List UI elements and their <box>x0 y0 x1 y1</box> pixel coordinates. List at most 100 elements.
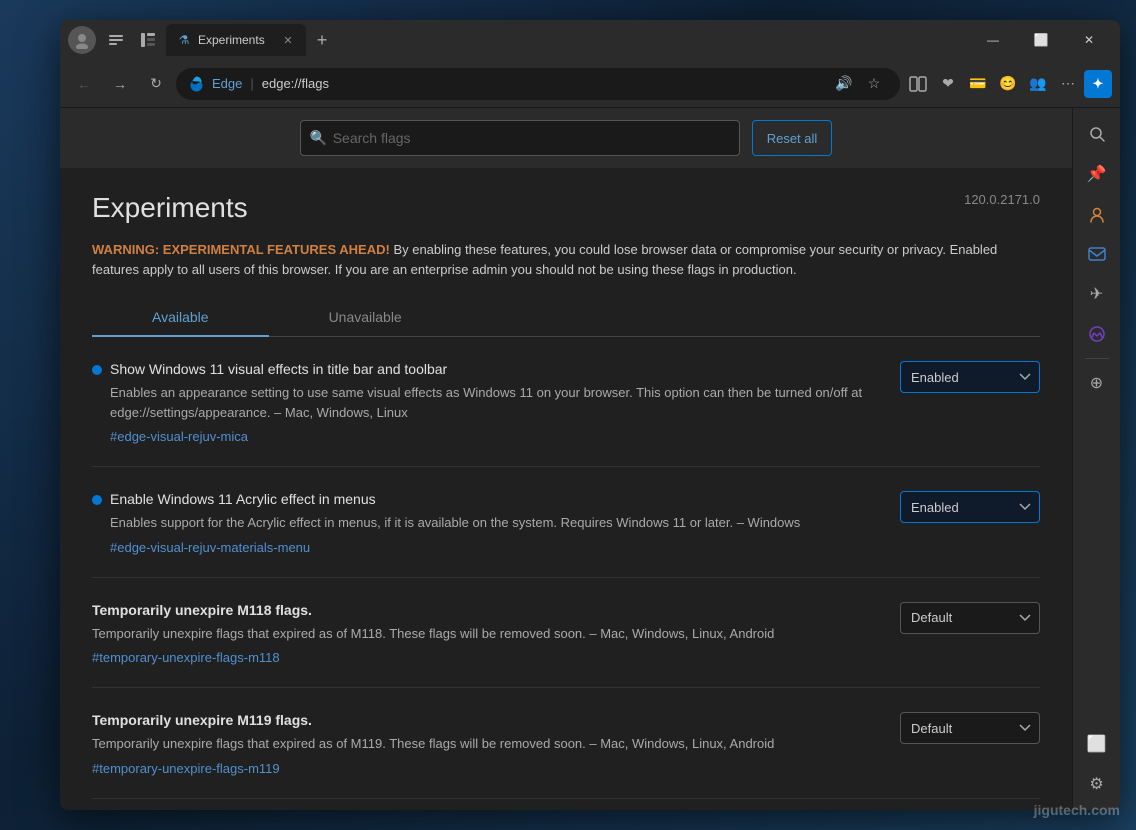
search-flags-input[interactable] <box>300 120 740 156</box>
flag-select-4[interactable]: Default Enabled Disabled <box>900 712 1040 744</box>
main-content: 🔍 Reset all Experiments 120.0.2171.0 WAR… <box>60 108 1120 810</box>
sidebar-settings-icon[interactable]: ⚙ <box>1079 766 1115 802</box>
copilot-button[interactable]: ✦ <box>1084 70 1112 98</box>
tab-available[interactable]: Available <box>92 299 269 337</box>
address-input-bar[interactable]: Edge | edge://flags 🔊 ☆ <box>176 68 900 100</box>
favorites-icon[interactable]: ☆ <box>860 70 888 98</box>
flag-row-4: Temporarily unexpire M119 flags. Tempora… <box>92 712 1040 778</box>
page-content: 🔍 Reset all Experiments 120.0.2171.0 WAR… <box>60 108 1120 810</box>
flags-list: Show Windows 11 visual effects in title … <box>92 361 1040 799</box>
page-header: Experiments 120.0.2171.0 <box>92 192 1040 224</box>
flag-control-2: Default Enabled Disabled <box>900 491 1040 523</box>
warning-highlight-text: WARNING: EXPERIMENTAL FEATURES AHEAD! <box>92 242 390 257</box>
sidebar-messenger-icon[interactable] <box>1079 316 1115 352</box>
browser-window: ⚗ Experiments ✕ + — ⬜ ✕ ← → ↻ <box>60 20 1120 810</box>
window-controls: — ⬜ ✕ <box>970 24 1112 56</box>
flag-link-2[interactable]: #edge-visual-rejuv-materials-menu <box>110 540 310 555</box>
flag-text-1: Show Windows 11 visual effects in title … <box>92 361 884 446</box>
sidebar-divider <box>1085 358 1109 359</box>
title-bar: ⚗ Experiments ✕ + — ⬜ ✕ <box>60 20 1120 60</box>
sidebar-pin-icon[interactable]: 📌 <box>1079 156 1115 192</box>
flag-text-4: Temporarily unexpire M119 flags. Tempora… <box>92 712 884 778</box>
close-button[interactable]: ✕ <box>1066 24 1112 56</box>
wallet-icon[interactable]: 💳 <box>964 70 992 98</box>
flag-row-2: Enable Windows 11 Acrylic effect in menu… <box>92 491 1040 557</box>
flag-dot-1 <box>92 365 102 375</box>
forward-button[interactable]: → <box>104 68 136 100</box>
version-text: 120.0.2171.0 <box>964 192 1040 207</box>
flag-control-4: Default Enabled Disabled <box>900 712 1040 744</box>
address-separator: | <box>250 76 253 91</box>
sidebar-profile-icon[interactable] <box>1079 196 1115 232</box>
active-tab[interactable]: ⚗ Experiments ✕ <box>166 24 306 56</box>
flag-item-3: Temporarily unexpire M118 flags. Tempora… <box>92 602 1040 689</box>
edge-brand-text: Edge <box>212 76 242 91</box>
sidebar-bottom: ⬜ ⚙ <box>1079 726 1115 802</box>
flag-name-1: Show Windows 11 visual effects in title … <box>110 361 884 377</box>
flag-desc-2: Enables support for the Acrylic effect i… <box>110 513 884 533</box>
flag-desc-3: Temporarily unexpire flags that expired … <box>92 624 884 644</box>
search-input-wrapper: 🔍 <box>300 120 740 156</box>
search-bar-container: 🔍 Reset all <box>60 108 1072 168</box>
profile-button[interactable] <box>68 26 96 54</box>
new-tab-icon: + <box>317 30 328 51</box>
split-screen-icon[interactable] <box>904 70 932 98</box>
flag-dot-2 <box>92 495 102 505</box>
sidebar-layout-icon[interactable]: ⬜ <box>1079 726 1115 762</box>
flag-control-3: Default Enabled Disabled <box>900 602 1040 634</box>
address-bar: ← → ↻ Edge | edge://flags 🔊 ☆ <box>60 60 1120 108</box>
flag-name-3: Temporarily unexpire M118 flags. <box>92 602 884 618</box>
flag-row-1: Show Windows 11 visual effects in title … <box>92 361 1040 446</box>
flag-link-1[interactable]: #edge-visual-rejuv-mica <box>110 429 248 444</box>
sidebar-telegram-icon[interactable]: ✈ <box>1079 276 1115 312</box>
settings-more-icon[interactable]: ⋯ <box>1054 70 1082 98</box>
flag-name-2: Enable Windows 11 Acrylic effect in menu… <box>110 491 884 507</box>
reset-all-button[interactable]: Reset all <box>752 120 833 156</box>
flag-text-2: Enable Windows 11 Acrylic effect in menu… <box>92 491 884 557</box>
minimize-button[interactable]: — <box>970 24 1016 56</box>
flags-tabs: Available Unavailable <box>92 299 1040 337</box>
flags-page: Experiments 120.0.2171.0 WARNING: EXPERI… <box>60 168 1072 810</box>
address-bar-icons: 🔊 ☆ <box>830 70 888 98</box>
warning-block: WARNING: EXPERIMENTAL FEATURES AHEAD! By… <box>92 240 1040 279</box>
flag-name-4: Temporarily unexpire M119 flags. <box>92 712 884 728</box>
maximize-button[interactable]: ⬜ <box>1018 24 1064 56</box>
flag-header-2: Enable Windows 11 Acrylic effect in menu… <box>92 491 884 507</box>
flag-desc-1: Enables an appearance setting to use sam… <box>110 383 884 422</box>
vertical-tabs-button[interactable] <box>134 26 162 54</box>
sidebar-search-icon[interactable] <box>1079 116 1115 152</box>
flag-row-3: Temporarily unexpire M118 flags. Tempora… <box>92 602 1040 668</box>
refresh-button[interactable]: ↻ <box>140 68 172 100</box>
right-sidebar: 📌 ✈ ⊕ <box>1072 108 1120 810</box>
search-icon: 🔍 <box>310 130 327 147</box>
edge-logo-icon <box>188 76 204 92</box>
collections-icon[interactable]: ❤ <box>934 70 962 98</box>
flag-text-3: Temporarily unexpire M118 flags. Tempora… <box>92 602 884 668</box>
new-tab-button[interactable]: + <box>308 26 336 54</box>
flag-header-1: Show Windows 11 visual effects in title … <box>92 361 884 377</box>
tab-manager-button[interactable] <box>102 26 130 54</box>
toolbar-icons: ❤ 💳 😊 👥 ⋯ ✦ <box>904 70 1112 98</box>
tab-title: Experiments <box>198 33 274 47</box>
sidebar-add-icon[interactable]: ⊕ <box>1079 365 1115 401</box>
flag-select-3[interactable]: Default Enabled Disabled <box>900 602 1040 634</box>
flag-select-2[interactable]: Default Enabled Disabled <box>900 491 1040 523</box>
watermark: jigutech.com <box>1034 802 1120 818</box>
page-title: Experiments <box>92 192 248 224</box>
tab-area: ⚗ Experiments ✕ + <box>68 20 970 60</box>
flag-link-3[interactable]: #temporary-unexpire-flags-m118 <box>92 650 280 665</box>
flag-control-1: Default Enabled Disabled <box>900 361 1040 393</box>
flag-item-2: Enable Windows 11 Acrylic effect in menu… <box>92 491 1040 578</box>
read-aloud-icon[interactable]: 🔊 <box>830 70 858 98</box>
flag-desc-4: Temporarily unexpire flags that expired … <box>92 734 884 754</box>
address-url-text: edge://flags <box>262 76 329 91</box>
sidebar-outlook-icon[interactable] <box>1079 236 1115 272</box>
profile-icon[interactable]: 👥 <box>1024 70 1052 98</box>
flag-select-1[interactable]: Default Enabled Disabled <box>900 361 1040 393</box>
browser-essentials-icon[interactable]: 😊 <box>994 70 1022 98</box>
tab-unavailable[interactable]: Unavailable <box>269 299 462 337</box>
back-button[interactable]: ← <box>68 68 100 100</box>
tab-favicon: ⚗ <box>176 32 192 48</box>
flag-link-4[interactable]: #temporary-unexpire-flags-m119 <box>92 761 280 776</box>
tab-close-button[interactable]: ✕ <box>280 32 296 48</box>
